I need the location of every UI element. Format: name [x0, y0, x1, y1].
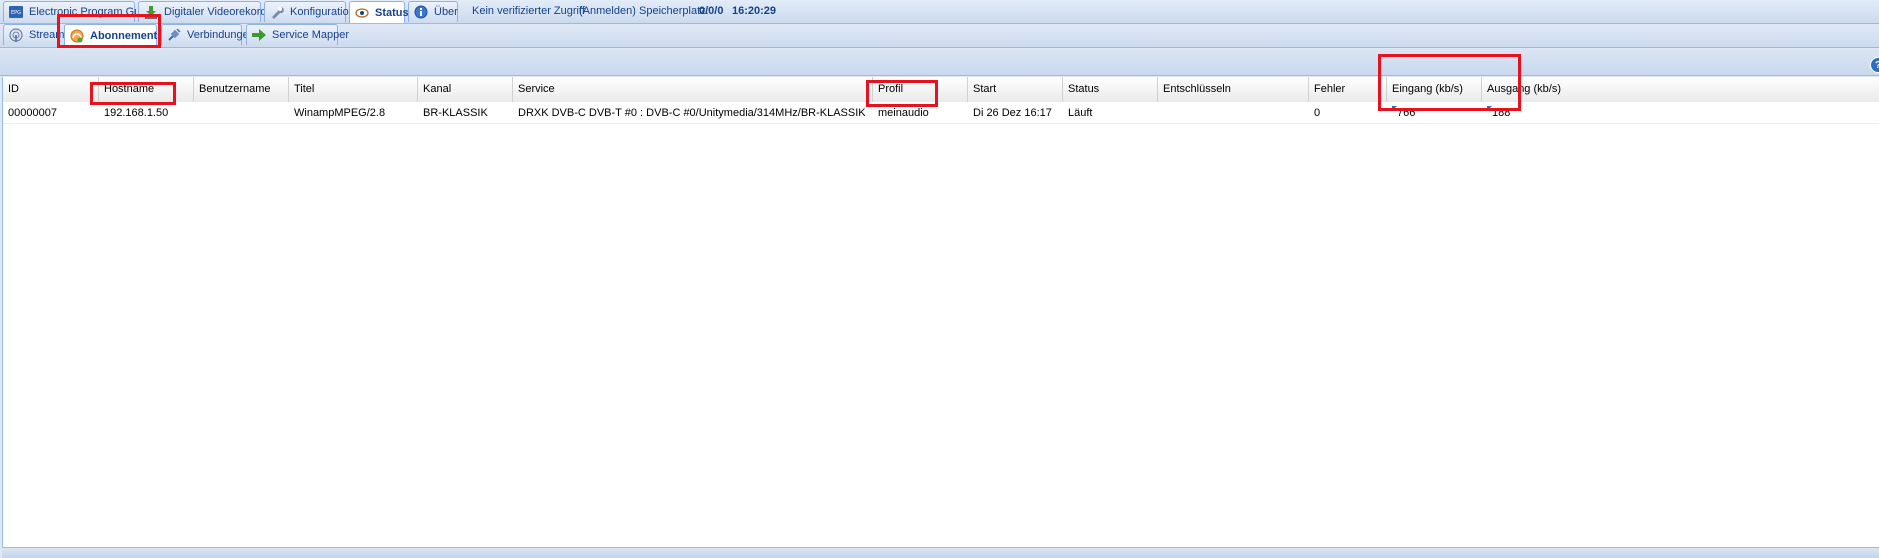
column-header-ausgang[interactable]: Ausgang (kb/s)	[1482, 77, 1879, 102]
column-header-start[interactable]: Start	[968, 77, 1063, 102]
column-header-titel[interactable]: Titel	[289, 77, 418, 102]
cell-kanal: BR-KLASSIK	[423, 107, 488, 119]
subscriptions-grid: ID Hostname Benutzername Titel Kanal Ser…	[2, 77, 1879, 547]
cell-eingang: 766	[1387, 102, 1482, 123]
column-header-benutzername[interactable]: Benutzername	[194, 77, 289, 102]
tab-abonnements[interactable]: Abonnements	[64, 24, 163, 46]
cell-hostname: 192.168.1.50	[104, 107, 169, 119]
help-icon[interactable]: ?	[1870, 57, 1879, 73]
download-icon	[143, 5, 159, 19]
tab-label: Konfiguration	[290, 6, 355, 18]
tab-service-mapper[interactable]: Service Mapper	[246, 24, 349, 45]
access-status: Kein verifizierter Zugriff	[472, 5, 585, 17]
status-sub-tab-bar: Stream Abonnements Verbindungen Service …	[0, 24, 1879, 48]
wrench-icon	[269, 5, 285, 19]
column-header-eingang[interactable]: Eingang (kb/s)	[1387, 77, 1482, 102]
column-header-hostname[interactable]: Hostname	[99, 77, 194, 102]
tab-label: Abonnements	[90, 29, 164, 42]
plug-icon	[166, 28, 182, 42]
tab-label: Digitaler Videorekorder	[164, 6, 277, 18]
cell-fehler: 0	[1314, 107, 1321, 119]
horizontal-scrollbar[interactable]	[2, 547, 1879, 558]
grid-toolbar: ?	[0, 49, 1879, 76]
tab-label: Verbindungen	[187, 29, 255, 41]
cell-profil: meinaudio	[878, 107, 929, 119]
column-header-status[interactable]: Status	[1063, 77, 1158, 102]
column-header-fehler[interactable]: Fehler	[1309, 77, 1387, 102]
column-header-kanal[interactable]: Kanal	[418, 77, 513, 102]
column-header-id[interactable]: ID	[3, 77, 99, 102]
tab-label: Service Mapper	[272, 29, 350, 41]
storage-value: 0/0/0	[699, 5, 724, 17]
info-icon	[413, 5, 429, 19]
cell-ausgang: 188	[1482, 102, 1577, 123]
cell-entschluesseln	[1158, 102, 1309, 123]
tab-label: Über	[434, 6, 458, 18]
svg-text:EPG: EPG	[11, 10, 21, 16]
cell-ausgang-value: 188	[1492, 107, 1511, 119]
tab-verbindungen[interactable]: Verbindungen	[161, 24, 255, 45]
tab-label: Status	[375, 6, 409, 19]
clock: 16:20:29	[732, 5, 777, 17]
tab-dvr[interactable]: Digitaler Videorekorder	[138, 1, 276, 22]
column-header-profil[interactable]: Profil	[873, 77, 968, 102]
cell-titel: WinampMPEG/2.8	[294, 107, 386, 119]
grid-header: ID Hostname Benutzername Titel Kanal Ser…	[3, 77, 1879, 103]
cell-status: Läuft	[1068, 107, 1093, 119]
tab-label: Electronic Program Guide	[29, 6, 155, 18]
cell-service: DRXK DVB-C DVB-T #0 : DVB-C #0/Unitymedi…	[518, 107, 866, 119]
tab-stream[interactable]: Stream	[3, 24, 64, 45]
tab-ueber[interactable]: Über	[408, 1, 458, 22]
tab-status[interactable]: Status	[349, 1, 409, 23]
tab-label: Stream	[29, 29, 65, 41]
cell-id: 00000007	[8, 107, 57, 119]
antenna-icon	[8, 28, 24, 42]
cell-start: Di 26 Dez 16:17	[973, 107, 1052, 119]
subscription-icon	[69, 29, 85, 43]
column-header-service[interactable]: Service	[513, 77, 873, 102]
main-tab-bar: EPG Electronic Program Guide Digitaler V…	[0, 0, 1879, 24]
table-row[interactable]: 00000007 192.168.1.50 WinampMPEG/2.8 BR-…	[3, 102, 1879, 124]
column-header-entschluesseln[interactable]: Entschlüsseln	[1158, 77, 1309, 102]
cell-eingang-value: 766	[1397, 107, 1416, 119]
tab-konfiguration[interactable]: Konfiguration	[264, 1, 355, 22]
tab-epg[interactable]: EPG Electronic Program Guide	[3, 1, 155, 22]
eye-icon	[354, 6, 370, 20]
cell-benutzername	[194, 102, 289, 123]
epg-icon: EPG	[8, 5, 24, 19]
login-link[interactable]: (Anmelden)	[579, 5, 636, 17]
arrow-right-icon	[251, 28, 267, 42]
